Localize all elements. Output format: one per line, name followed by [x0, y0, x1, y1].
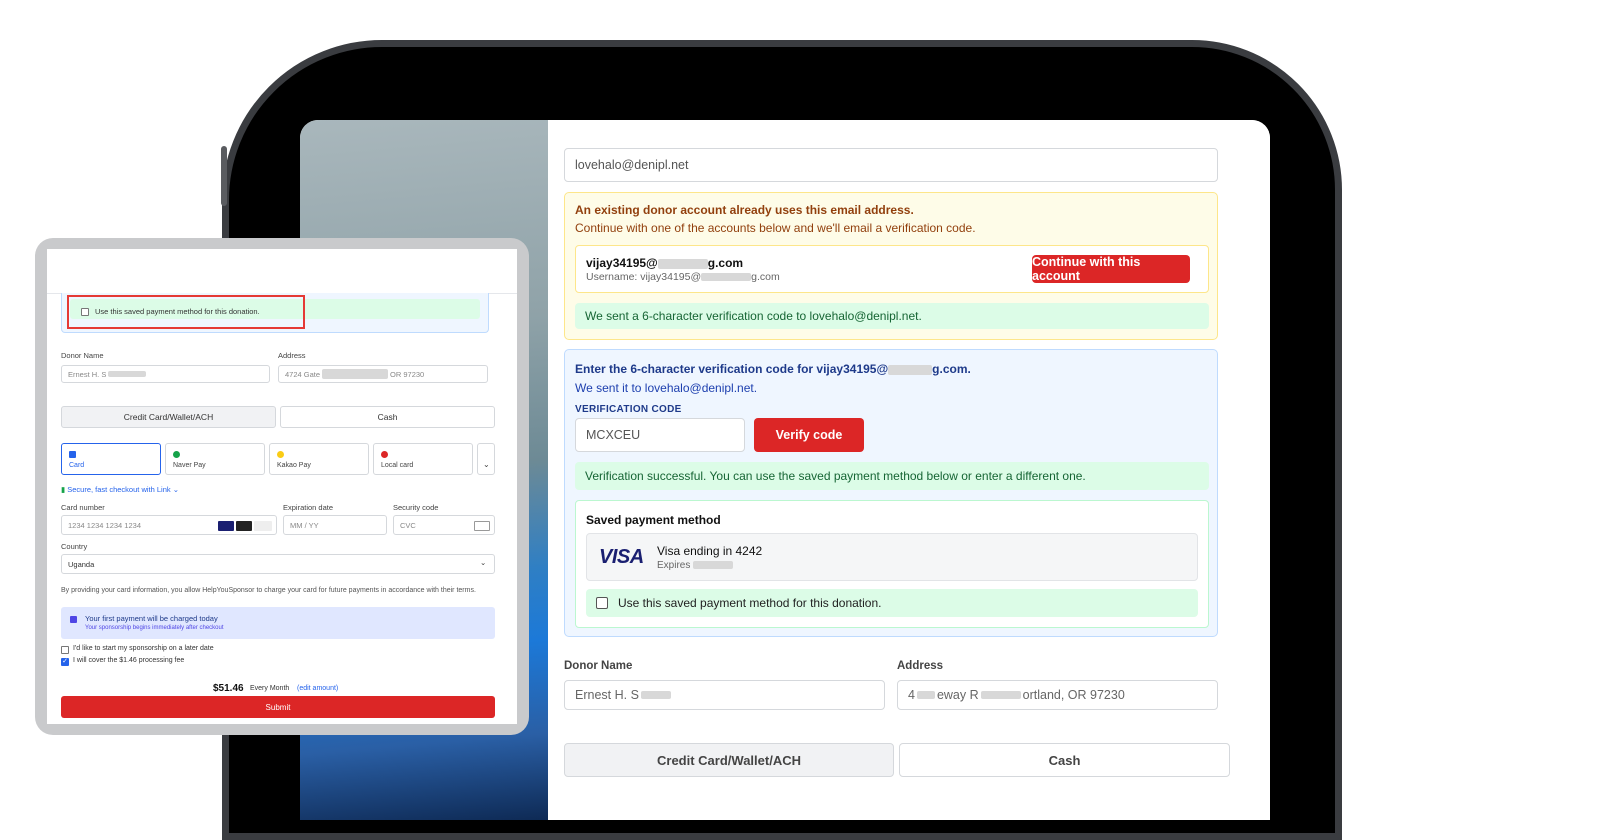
security-code-label: Security code	[393, 503, 439, 512]
chevron-down-icon: ⌄	[480, 558, 487, 567]
use-saved-label: Use this saved payment method for this d…	[618, 596, 882, 610]
discover-icon	[254, 521, 272, 531]
first-payment-info: Your first payment will be charged today…	[61, 607, 495, 639]
alert-subtitle: Continue with one of the accounts below …	[575, 221, 976, 235]
card-description: Visa ending in 4242	[657, 544, 763, 558]
method-card[interactable]: Card	[61, 443, 161, 475]
address-field[interactable]: 4 eway Rortland, OR 97230	[897, 680, 1218, 710]
period: Every Month	[250, 685, 290, 692]
account-email: vijay34195@ g.com	[586, 256, 744, 270]
verify-code-button[interactable]: Verify code	[754, 418, 864, 452]
saved-payment-title: Saved payment method	[586, 513, 721, 527]
method-local-card[interactable]: Local card	[373, 443, 473, 475]
use-saved-checkbox[interactable]	[81, 308, 89, 316]
existing-account-alert: An existing donor account already uses t…	[564, 192, 1218, 340]
lock-icon: ▮	[61, 485, 66, 494]
address-field[interactable]: 4724 Gate OR 97230	[278, 365, 488, 383]
naver-pay-icon	[173, 451, 180, 458]
local-card-icon	[381, 451, 388, 458]
processing-fee-label: I will cover the $1.46 processing fee	[73, 657, 185, 664]
country-label: Country	[61, 542, 88, 551]
verify-sent-to: We sent it to lovehalo@denipl.net.	[575, 381, 758, 395]
account-card: vijay34195@ g.com Username: vijay34195@ g.…	[575, 245, 1209, 293]
info-subtitle: Your sponsorship begins immediately afte…	[85, 625, 224, 631]
tab-credit-card[interactable]: Credit Card/Wallet/ACH	[564, 743, 894, 777]
card-expires: Expires	[657, 560, 734, 571]
link-checkout[interactable]: ▮ Secure, fast checkout with Link ⌄	[61, 485, 179, 494]
card-number-input[interactable]: 1234 1234 1234 1234	[61, 515, 277, 535]
edit-amount-link[interactable]: (edit amount)	[297, 685, 338, 692]
visa-logo-icon: VISA	[599, 546, 644, 568]
verify-title: Enter the 6-character verification code …	[575, 362, 971, 376]
verification-panel: Enter the 6-character verification code …	[564, 349, 1218, 637]
tablet-side-button	[221, 146, 227, 206]
verification-success: Verification successful. You can use the…	[575, 462, 1209, 490]
continue-with-account-button[interactable]: Continue with this account	[1032, 255, 1190, 283]
cvc-icon	[474, 521, 490, 531]
method-naver-pay[interactable]: Naver Pay	[165, 443, 265, 475]
card-icon	[69, 451, 76, 458]
alert-title: An existing donor account already uses t…	[575, 203, 914, 217]
phone-frame: Use this saved payment method for this d…	[35, 238, 529, 735]
chevron-down-icon: ⌄	[483, 460, 490, 469]
later-date-checkbox[interactable]	[61, 646, 69, 654]
card-number-label: Card number	[61, 503, 105, 512]
highlight-box: Use this saved payment method for this d…	[67, 295, 305, 329]
country-select[interactable]: Uganda ⌄	[61, 554, 495, 574]
code-sent-notice: We sent a 6-character verification code …	[575, 303, 1209, 329]
more-methods-button[interactable]: ⌄	[477, 443, 495, 475]
phone-screen: Use this saved payment method for this d…	[47, 249, 517, 724]
use-saved-row[interactable]: Use this saved payment method for this d…	[586, 589, 1198, 617]
address-label: Address	[897, 660, 944, 672]
tab-cash[interactable]: Cash	[899, 743, 1230, 777]
mastercard-icon	[236, 521, 252, 531]
email-value: lovehalo@denipl.net	[575, 158, 689, 172]
donor-name-label: Donor Name	[61, 351, 104, 360]
tab-credit-card[interactable]: Credit Card/Wallet/ACH	[61, 406, 276, 428]
processing-fee-checkbox[interactable]: ✓	[61, 658, 69, 666]
terms-text: By providing your card information, you …	[61, 587, 476, 594]
address-label: Address	[278, 351, 306, 360]
email-field[interactable]: lovehalo@denipl.net	[564, 148, 1218, 182]
tab-cash[interactable]: Cash	[280, 406, 495, 428]
visa-icon	[218, 521, 234, 531]
donor-name-field[interactable]: Ernest H. S	[61, 365, 270, 383]
info-title: Your first payment will be charged today	[85, 614, 218, 623]
donor-name-label: Donor Name	[564, 660, 633, 672]
saved-payment-method: Saved payment method VISA Visa ending in…	[575, 500, 1209, 628]
use-saved-label: Use this saved payment method for this d…	[95, 307, 260, 316]
use-saved-checkbox[interactable]	[596, 597, 608, 609]
saved-card: VISA Visa ending in 4242 Expires	[586, 533, 1198, 581]
verification-code-input[interactable]: MCXCEU	[575, 418, 745, 452]
donor-name-field[interactable]: Ernest H. S	[564, 680, 885, 710]
verification-code-label: VERIFICATION CODE	[575, 404, 682, 415]
submit-button[interactable]: Submit	[61, 696, 495, 718]
calendar-icon	[70, 616, 77, 623]
expiration-label: Expiration date	[283, 503, 334, 512]
security-code-input[interactable]: CVC	[393, 515, 495, 535]
later-date-label: I'd like to start my sponsorship on a la…	[73, 645, 214, 652]
amount: $51.46	[213, 683, 244, 694]
kakao-pay-icon	[277, 451, 284, 458]
method-kakao-pay[interactable]: Kakao Pay	[269, 443, 369, 475]
expiration-input[interactable]: MM / YY	[283, 515, 387, 535]
donation-form: lovehalo@denipl.net An existing donor ac…	[548, 120, 1270, 820]
account-username: Username: vijay34195@ g.com	[586, 271, 780, 283]
